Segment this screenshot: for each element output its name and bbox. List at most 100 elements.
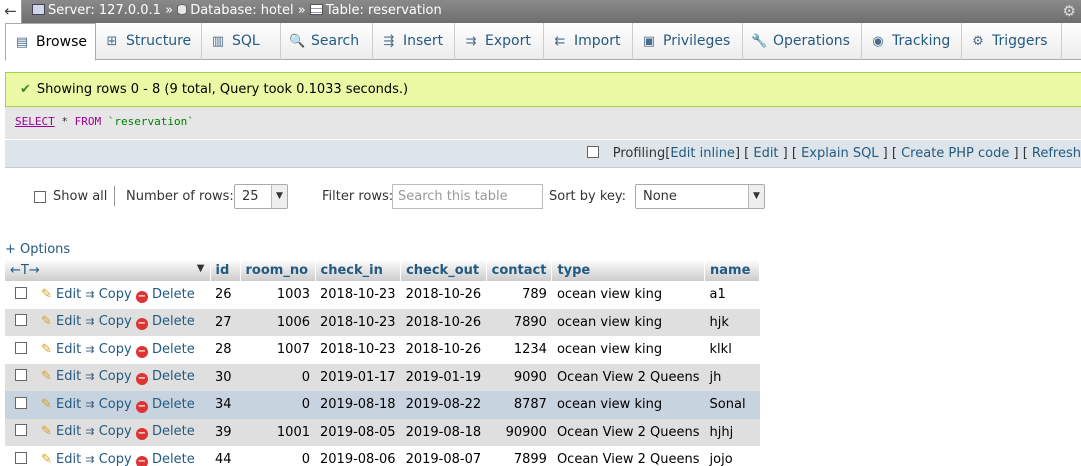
cell-check-out[interactable]: 2018-10-26 <box>400 308 487 336</box>
cell-contact[interactable]: 7890 <box>486 308 552 336</box>
cell-name[interactable]: hjk <box>704 308 760 336</box>
cell-name[interactable]: jh <box>704 363 760 391</box>
cell-id[interactable]: 26 <box>210 281 240 309</box>
row-checkbox[interactable] <box>15 286 27 299</box>
explain-sql-link[interactable]: Explain SQL <box>801 146 878 161</box>
delete-link[interactable]: Delete <box>152 369 195 384</box>
delete-icon[interactable]: − <box>135 373 148 386</box>
cell-room-no[interactable]: 1003 <box>240 281 315 309</box>
table-row[interactable]: ✎ Edit ⇉ Copy − Delete 27 1006 2018-10-23 20… <box>5 308 760 336</box>
pencil-icon[interactable]: ✎ <box>41 452 52 466</box>
tab-tracking[interactable]: ◉ Tracking <box>862 23 962 60</box>
pencil-icon[interactable]: ✎ <box>41 369 52 384</box>
tab-structure[interactable]: ⊞ Structure <box>96 23 202 60</box>
cell-contact[interactable]: 90900 <box>486 418 552 446</box>
column-header-contact[interactable]: contact <box>486 259 553 281</box>
pencil-icon[interactable]: ✎ <box>41 397 52 412</box>
tab-export[interactable]: ⇉ Export <box>455 23 544 60</box>
row-checkbox[interactable] <box>15 314 27 327</box>
cell-id[interactable]: 28 <box>210 336 240 364</box>
breadcrumb-database[interactable]: Database: hotel <box>190 3 293 18</box>
cell-room-no[interactable]: 1001 <box>240 418 315 446</box>
cell-name[interactable]: a1 <box>704 281 760 309</box>
cell-room-no[interactable]: 0 <box>240 363 315 391</box>
copy-icon[interactable]: ⇉ <box>85 315 94 328</box>
cell-type[interactable]: ocean view king <box>551 281 705 309</box>
tab-triggers[interactable]: ⚙ Triggers <box>962 23 1062 60</box>
cell-check-out[interactable]: 2019-08-22 <box>400 391 487 419</box>
cell-id[interactable]: 27 <box>210 308 240 336</box>
delete-icon[interactable]: − <box>135 400 148 413</box>
delete-icon[interactable]: − <box>135 290 148 303</box>
edit-link[interactable]: Edit <box>56 342 81 357</box>
row-checkbox[interactable] <box>15 424 27 437</box>
table-row[interactable]: ✎ Edit ⇉ Copy − Delete 30 0 2019-01-17 2019-… <box>5 363 760 391</box>
copy-link[interactable]: Copy <box>99 342 132 357</box>
pencil-icon[interactable]: ✎ <box>41 287 52 302</box>
delete-icon[interactable]: − <box>135 318 148 331</box>
tab-import[interactable]: ⇇ Import <box>544 23 633 60</box>
sort-by-key-select[interactable]: None ▼ <box>635 184 765 209</box>
copy-link[interactable]: Copy <box>99 424 132 439</box>
cell-name[interactable]: klkl <box>704 336 760 364</box>
copy-icon[interactable]: ⇉ <box>85 343 94 356</box>
edit-link[interactable]: Edit <box>56 452 81 466</box>
row-checkbox[interactable] <box>15 451 27 464</box>
sql-select-keyword[interactable]: SELECT <box>15 115 55 128</box>
delete-link[interactable]: Delete <box>152 314 195 329</box>
pencil-icon[interactable]: ✎ <box>41 314 52 329</box>
cell-type[interactable]: Ocean View 2 Queens <box>551 446 705 466</box>
cell-check-out[interactable]: 2018-10-26 <box>400 281 487 309</box>
cell-id[interactable]: 44 <box>210 446 240 466</box>
tab-sql[interactable]: ▥ SQL <box>202 23 281 60</box>
cell-id[interactable]: 34 <box>210 391 240 419</box>
table-row[interactable]: ✎ Edit ⇉ Copy − Delete 39 1001 2019-08-05 20… <box>5 418 760 446</box>
delete-link[interactable]: Delete <box>152 342 195 357</box>
edit-link[interactable]: Edit <box>56 314 81 329</box>
cell-check-in[interactable]: 2019-01-17 <box>315 363 401 391</box>
tab-privileges[interactable]: ▣ Privileges <box>633 23 743 60</box>
cell-type[interactable]: Ocean View 2 Queens <box>551 418 705 446</box>
row-checkbox[interactable] <box>15 396 27 409</box>
cell-room-no[interactable]: 0 <box>240 446 315 466</box>
cell-contact[interactable]: 9090 <box>486 363 552 391</box>
cell-room-no[interactable]: 1006 <box>240 308 315 336</box>
edit-link[interactable]: Edit <box>56 287 81 302</box>
table-row[interactable]: ✎ Edit ⇉ Copy − Delete 34 0 2019-08-18 2019-… <box>5 391 760 419</box>
column-controls[interactable]: ←T→ ▼ <box>5 259 211 281</box>
edit-inline-link[interactable]: Edit inline <box>670 146 735 161</box>
delete-link[interactable]: Delete <box>152 287 195 302</box>
cell-check-out[interactable]: 2019-01-19 <box>400 363 487 391</box>
table-row[interactable]: ✎ Edit ⇉ Copy − Delete 26 1003 2018-10-23 20… <box>5 281 760 309</box>
edit-link[interactable]: Edit <box>56 424 81 439</box>
column-arrows-icon[interactable]: ←T→ <box>10 263 40 278</box>
table-row[interactable]: ✎ Edit ⇉ Copy − Delete 44 0 2019-08-06 2019-… <box>5 446 760 466</box>
row-checkbox[interactable] <box>15 369 27 382</box>
cell-contact[interactable]: 7899 <box>486 446 552 466</box>
cell-check-in[interactable]: 2019-08-06 <box>315 446 401 466</box>
cell-check-in[interactable]: 2018-10-23 <box>315 336 401 364</box>
tab-browse[interactable]: ▤ Browse <box>5 23 96 61</box>
cell-room-no[interactable]: 0 <box>240 391 315 419</box>
copy-icon[interactable]: ⇉ <box>85 370 94 383</box>
cell-id[interactable]: 30 <box>210 363 240 391</box>
pencil-icon[interactable]: ✎ <box>41 342 52 357</box>
number-of-rows-select[interactable]: 25 ▼ <box>234 184 288 209</box>
delete-link[interactable]: Delete <box>152 397 195 412</box>
cell-check-in[interactable]: 2019-08-18 <box>315 391 401 419</box>
delete-icon[interactable]: − <box>135 428 148 441</box>
copy-icon[interactable]: ⇉ <box>85 398 94 411</box>
options-link[interactable]: + Options <box>5 242 70 257</box>
cell-contact[interactable]: 8787 <box>486 391 552 419</box>
cell-check-in[interactable]: 2018-10-23 <box>315 308 401 336</box>
tab-search[interactable]: 🔍 Search <box>281 23 373 60</box>
copy-link[interactable]: Copy <box>99 369 132 384</box>
copy-link[interactable]: Copy <box>99 452 132 466</box>
column-header-check-out[interactable]: check_out <box>400 259 487 281</box>
delete-icon[interactable]: − <box>135 455 148 466</box>
cell-type[interactable]: Ocean View 2 Queens <box>551 363 705 391</box>
copy-link[interactable]: Copy <box>99 314 132 329</box>
delete-icon[interactable]: − <box>135 345 148 358</box>
column-header-check-in[interactable]: check_in <box>315 259 402 281</box>
back-arrow-icon[interactable]: ← <box>0 0 22 23</box>
